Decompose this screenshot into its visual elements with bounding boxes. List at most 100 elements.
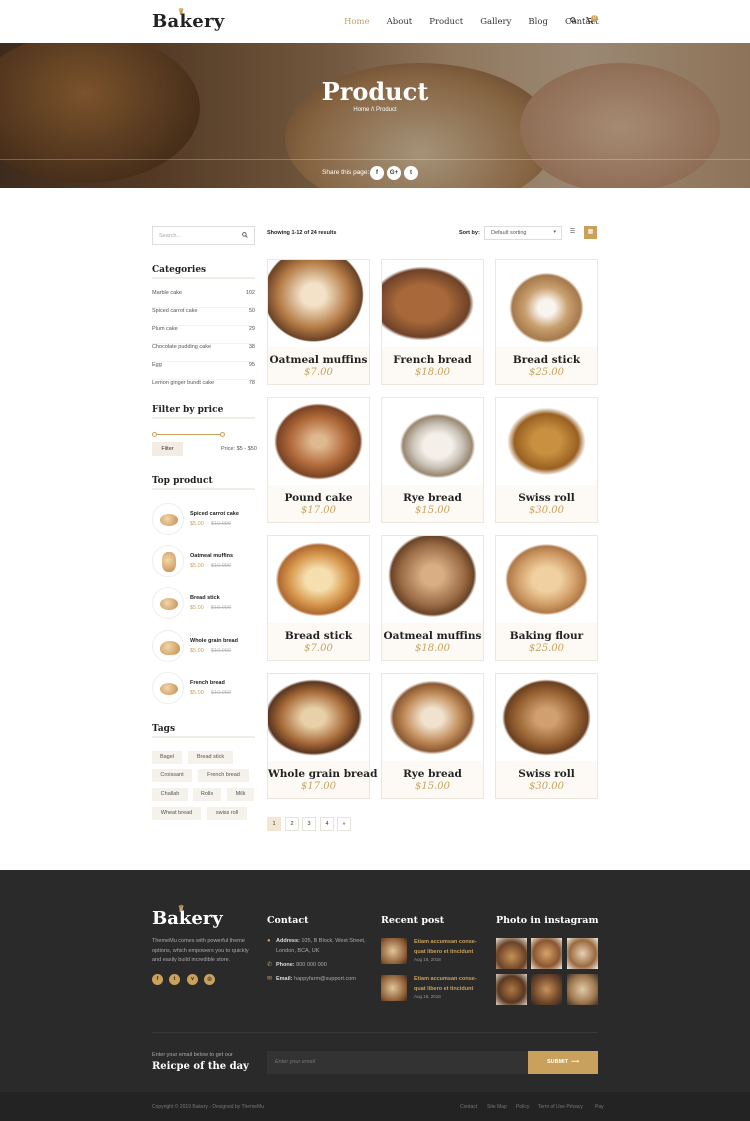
product-card[interactable]: Swiss roll $30.00 — [495, 673, 598, 799]
product-card[interactable]: Baking flour $25.00 — [495, 535, 598, 661]
google-plus-icon[interactable]: G+ — [387, 166, 401, 180]
category-item[interactable]: Chocolate pudding cake 38 — [152, 344, 255, 362]
product-title[interactable]: Pound cake — [268, 492, 369, 504]
newsletter-submit-button[interactable]: SUBMIT ⟶ — [528, 1051, 598, 1074]
page-3-button[interactable]: 3 — [302, 817, 316, 831]
next-page-button[interactable]: » — [337, 817, 351, 831]
instagram-photo[interactable] — [531, 938, 562, 969]
top-product-item[interactable]: Bread stick $5.00 $10.000 — [152, 587, 255, 621]
recent-post-item[interactable]: Etiam accumsan conse-quat libero et tinc… — [381, 975, 486, 1003]
product-title[interactable]: Swiss roll — [496, 492, 597, 504]
top-product-item[interactable]: Spiced carrot cake $5.00 $10.000 — [152, 503, 255, 537]
search-icon[interactable] — [242, 232, 248, 240]
tag-chip[interactable]: Rolls — [193, 788, 221, 801]
instagram-photo[interactable] — [567, 938, 598, 969]
product-card[interactable]: Oatmeal muffins $7.00 — [267, 259, 370, 385]
product-card[interactable]: French bread $18.00 — [381, 259, 484, 385]
footer-link-policy[interactable]: Policy — [516, 1104, 529, 1110]
category-item[interactable]: Spiced carrot cake 50 — [152, 308, 255, 326]
nav-product[interactable]: Product — [429, 17, 463, 27]
instagram-photo[interactable] — [496, 938, 527, 969]
nav-about[interactable]: About — [387, 17, 413, 27]
product-title[interactable]: Oatmeal muffins — [268, 354, 369, 366]
page-2-button[interactable]: 2 — [285, 817, 299, 831]
logo[interactable]: Bakery ♛ — [152, 6, 225, 32]
product-image[interactable] — [268, 398, 369, 485]
newsletter-email-input[interactable]: Enter your email — [267, 1051, 528, 1074]
category-item[interactable]: Plum cake 29 — [152, 326, 255, 344]
page-1-button[interactable]: 1 — [267, 817, 281, 831]
filter-button[interactable]: Filter — [152, 442, 183, 456]
product-card[interactable]: Oatmeal muffins $18.00 — [381, 535, 484, 661]
nav-home[interactable]: Home — [344, 17, 370, 27]
product-title[interactable]: Whole grain bread — [268, 768, 377, 780]
category-item[interactable]: Marble cake 102 — [152, 290, 255, 308]
recent-post-item[interactable]: Etiam accumsan conse-quat libero et tinc… — [381, 938, 486, 966]
price-slider-max-handle[interactable] — [220, 432, 225, 437]
tag-chip[interactable]: Challah — [152, 788, 188, 801]
footer-link-terms[interactable]: Term of Use Privacy — [538, 1104, 583, 1110]
tag-chip[interactable]: Bagel — [152, 751, 182, 764]
twitter-icon[interactable]: t — [169, 974, 180, 985]
grid-view-button[interactable]: ▦ — [584, 226, 597, 239]
list-view-button[interactable]: ☰ — [566, 226, 579, 239]
vimeo-icon[interactable]: v — [187, 974, 198, 985]
product-image[interactable] — [496, 260, 597, 347]
product-image[interactable] — [496, 674, 597, 761]
tag-chip[interactable]: Croissant — [152, 769, 192, 782]
product-image[interactable] — [382, 536, 483, 623]
product-card[interactable]: Swiss roll $30.00 — [495, 397, 598, 523]
tag-chip[interactable]: Bread stick — [188, 751, 233, 764]
footer-link-sitemap[interactable]: Site Map — [487, 1104, 507, 1110]
product-card[interactable]: Pound cake $17.00 — [267, 397, 370, 523]
footer-link-pay[interactable]: Pay — [595, 1104, 604, 1110]
product-title[interactable]: Bread stick — [268, 630, 369, 642]
product-card[interactable]: Whole grain bread $17.00 — [267, 673, 377, 799]
footer-link-contact[interactable]: Contact — [460, 1104, 477, 1110]
product-image[interactable] — [382, 398, 483, 485]
product-title[interactable]: Baking flour — [496, 630, 597, 642]
instagram-photo[interactable] — [531, 974, 562, 1005]
product-image[interactable] — [382, 260, 483, 347]
tag-chip[interactable]: Wheat bread — [152, 807, 201, 820]
category-item[interactable]: Egg 95 — [152, 362, 255, 380]
price-slider[interactable] — [154, 434, 223, 435]
facebook-icon[interactable]: f — [370, 166, 384, 180]
search-input[interactable]: Search... — [152, 226, 255, 245]
facebook-icon[interactable]: f — [152, 974, 163, 985]
product-image[interactable] — [382, 674, 483, 761]
footer-logo[interactable]: Bakery ♛ — [152, 903, 223, 929]
product-image[interactable] — [496, 536, 597, 623]
product-card[interactable]: Bread stick $7.00 — [267, 535, 370, 661]
top-product-item[interactable]: Oatmeal muffins $5.00 $10.000 — [152, 545, 255, 579]
tag-chip[interactable]: Milk — [227, 788, 254, 801]
product-card[interactable]: Bread stick $25.00 — [495, 259, 598, 385]
product-card[interactable]: Rye bread $15.00 — [381, 673, 484, 799]
nav-gallery[interactable]: Gallery — [480, 17, 511, 27]
twitter-icon[interactable]: t — [404, 166, 418, 180]
product-title[interactable]: Swiss roll — [496, 768, 597, 780]
product-image[interactable] — [268, 536, 369, 623]
product-title[interactable]: French bread — [382, 354, 483, 366]
nav-blog[interactable]: Blog — [528, 17, 548, 27]
product-title[interactable]: Oatmeal muffins — [382, 630, 483, 642]
product-image[interactable] — [268, 260, 369, 347]
search-icon[interactable] — [570, 17, 577, 26]
top-product-item[interactable]: Whole grain bread $5.00 $10.000 — [152, 630, 255, 664]
product-image[interactable] — [268, 674, 369, 761]
product-image[interactable] — [496, 398, 597, 485]
product-title[interactable]: Rye bread — [382, 492, 483, 504]
sort-select[interactable]: Default sorting ▾ — [484, 226, 562, 240]
page-4-button[interactable]: 4 — [320, 817, 334, 831]
top-product-item[interactable]: French bread $5.00 $10.000 — [152, 672, 255, 706]
instagram-photo[interactable] — [496, 974, 527, 1005]
tag-chip[interactable]: swiss roll — [207, 807, 247, 820]
instagram-photo[interactable] — [567, 974, 598, 1005]
tag-chip[interactable]: French bread — [198, 769, 249, 782]
product-title[interactable]: Rye bread — [382, 768, 483, 780]
instagram-icon[interactable]: ◎ — [204, 974, 215, 985]
product-card[interactable]: Rye bread $15.00 — [381, 397, 484, 523]
product-title[interactable]: Bread stick — [496, 354, 597, 366]
price-slider-min-handle[interactable] — [152, 432, 157, 437]
category-item[interactable]: Lemon ginger bundt cake 78 — [152, 380, 255, 398]
